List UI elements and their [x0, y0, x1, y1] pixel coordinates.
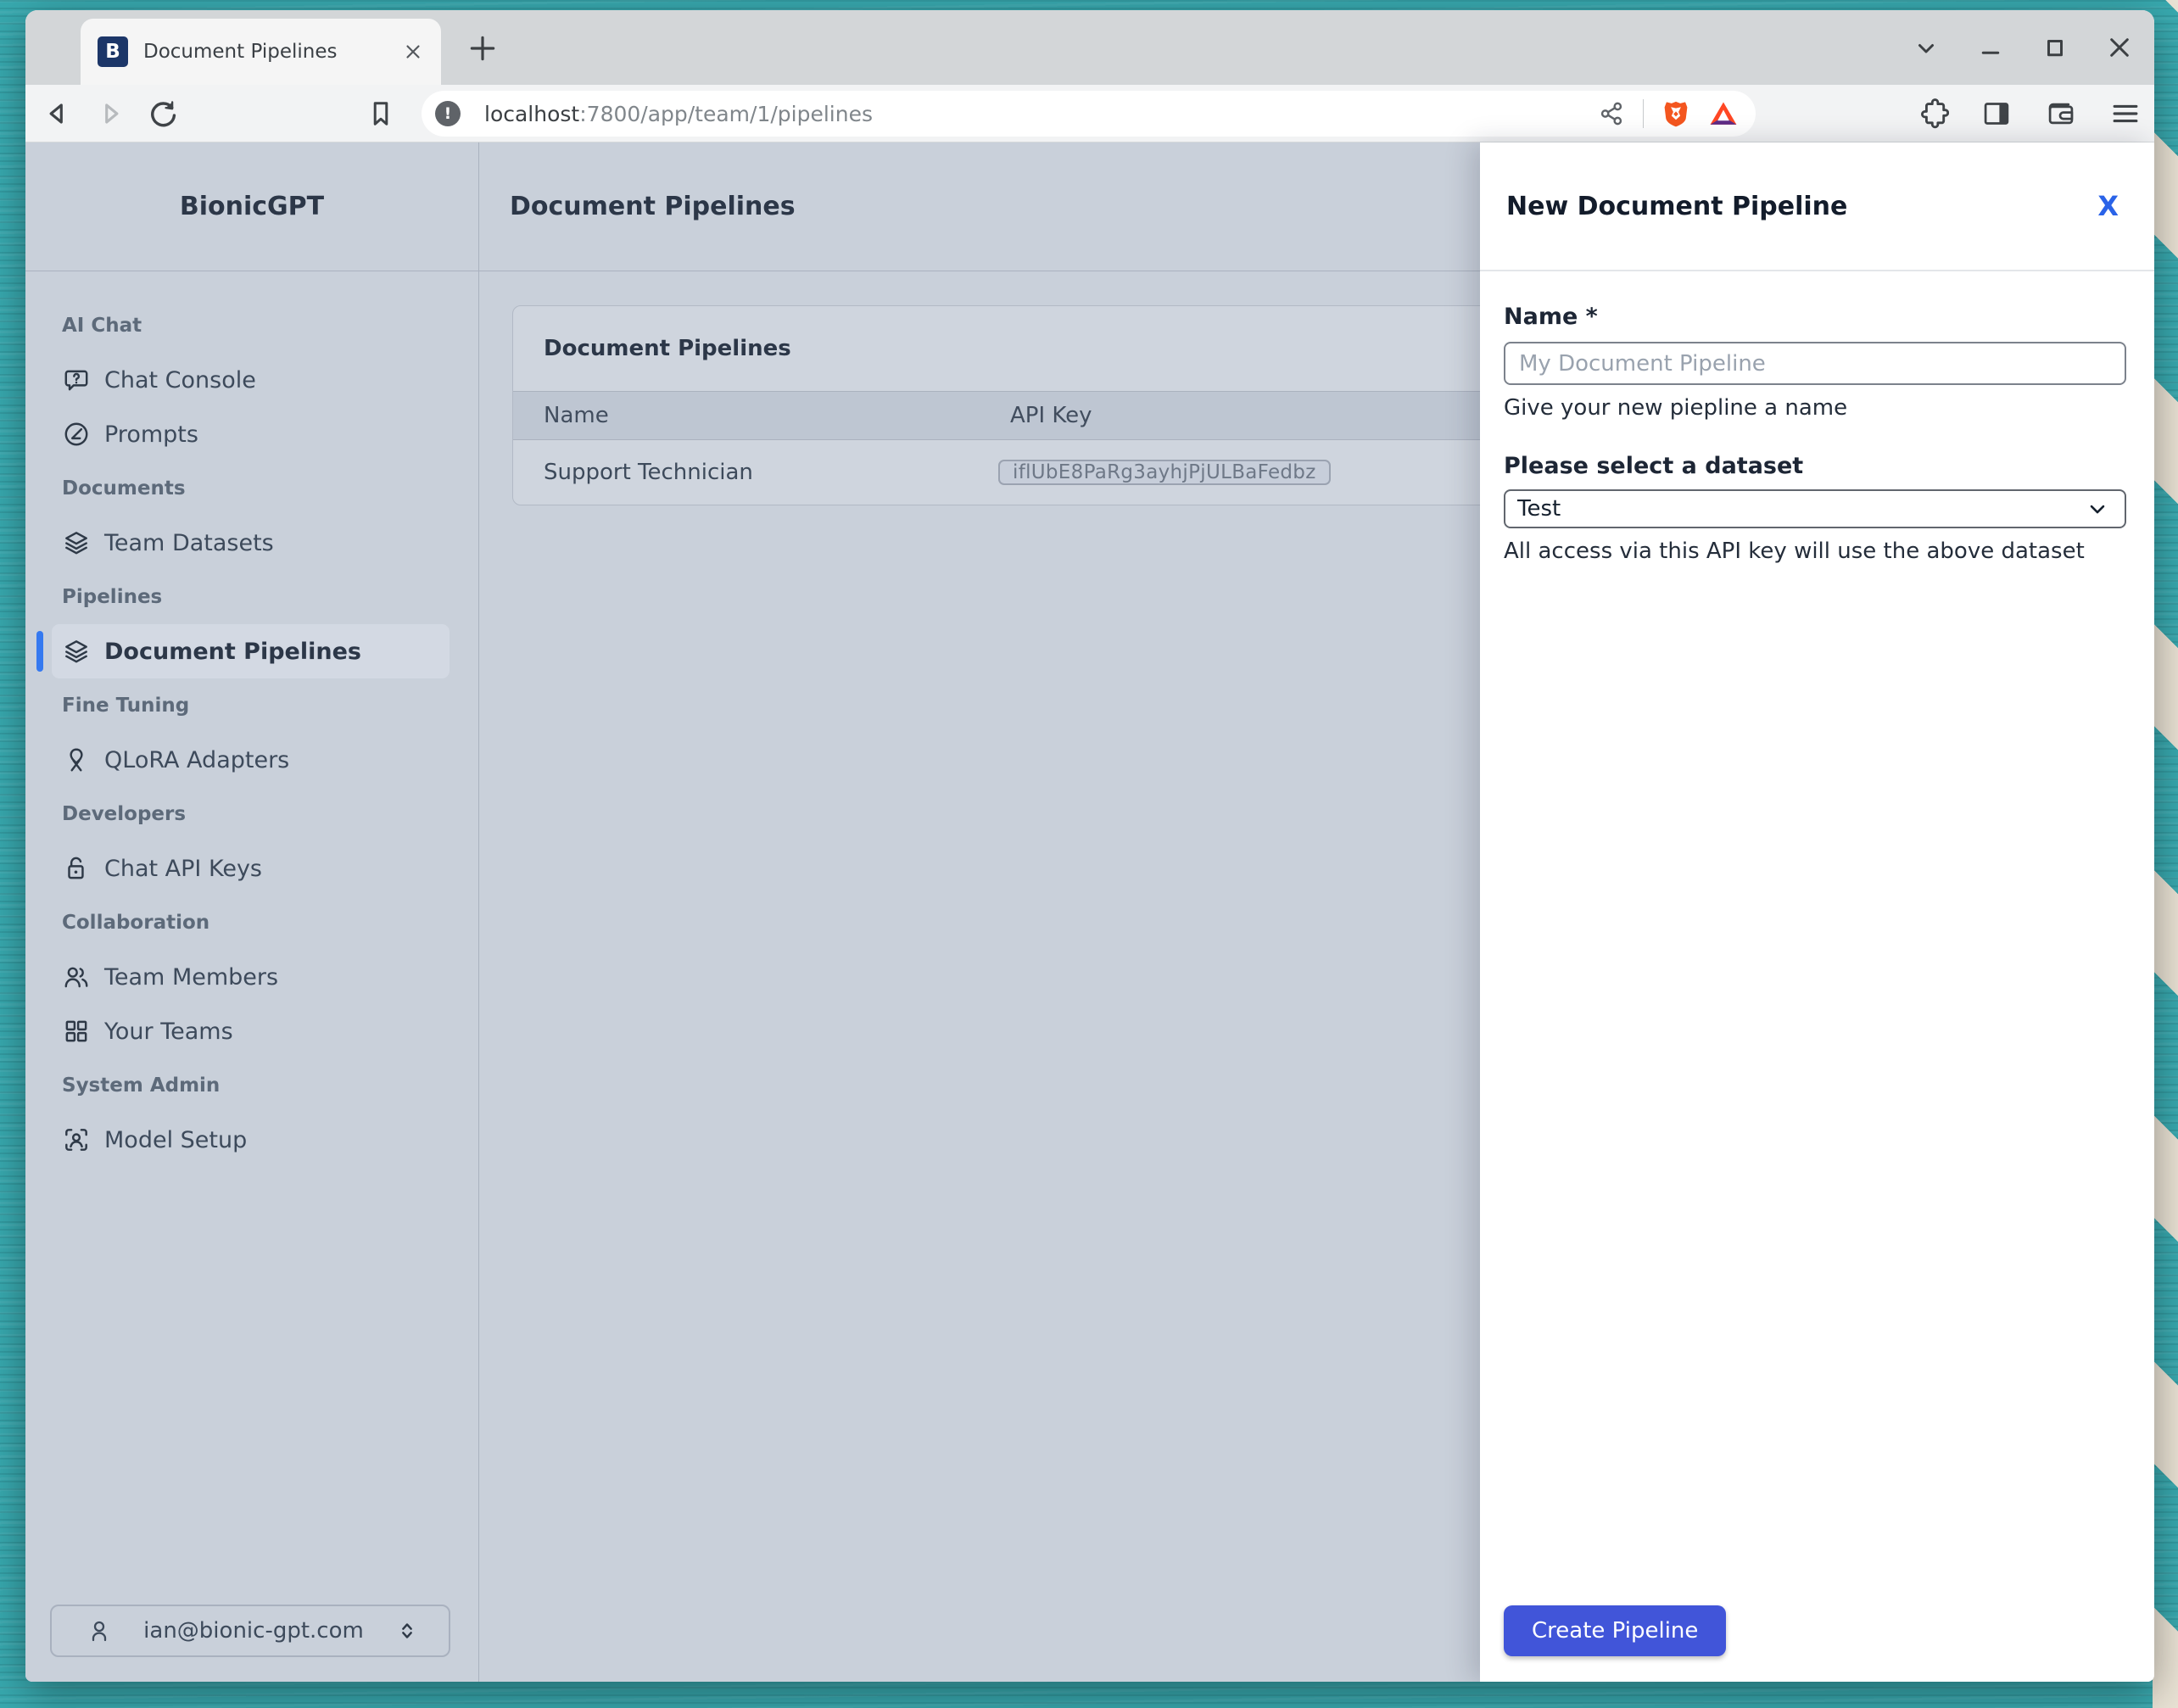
tab-close-icon[interactable]: [402, 41, 424, 63]
sidebar-item-document-pipelines[interactable]: Document Pipelines: [52, 624, 450, 678]
drawer-footer: Create Pipeline: [1480, 1605, 2154, 1682]
nav-section-developers: Developers: [25, 787, 478, 841]
reload-icon[interactable]: [146, 97, 180, 131]
sidebar-item-label: Chat API Keys: [104, 856, 262, 882]
site-info-icon[interactable]: !: [435, 101, 461, 126]
url-path: :7800/app/team/1/pipelines: [579, 102, 873, 126]
sidebar-item-prompts[interactable]: Prompts: [52, 407, 450, 461]
new-tab-icon[interactable]: [466, 32, 499, 64]
page-title: Document Pipelines: [510, 192, 796, 221]
name-label: Name *: [1504, 304, 2126, 330]
sidebar-item-label: Team Members: [104, 964, 278, 991]
sidebar-item-label: Team Datasets: [104, 530, 274, 556]
tab-title: Document Pipelines: [143, 41, 394, 63]
chat-bubble-question-icon: [62, 366, 91, 394]
grid-icon: [62, 1017, 91, 1046]
minimize-icon[interactable]: [1971, 28, 2010, 67]
sidebar-header: BionicGPT: [25, 142, 478, 271]
window-controls: [1907, 10, 2139, 85]
chevron-up-down-icon: [394, 1618, 420, 1644]
sidebar-item-chat-console[interactable]: Chat Console: [52, 353, 450, 407]
name-help-text: Give your new piepline a name: [1504, 395, 2126, 421]
api-key-value[interactable]: iflUbE8PaRg3ayhjPjULBaFedbz: [998, 460, 1331, 485]
sidebar-toggle-icon[interactable]: [1978, 95, 2015, 132]
drawer-close-icon[interactable]: X: [2097, 190, 2119, 222]
lock-open-icon: [62, 854, 91, 883]
sidebar-item-label: Document Pipelines: [104, 639, 361, 665]
extensions-puzzle-icon[interactable]: [1913, 95, 1951, 132]
column-header-name: Name: [513, 403, 1010, 428]
pipeline-name-cell: Support Technician: [513, 460, 998, 485]
nav-section-documents: Documents: [25, 461, 478, 516]
browser-window: B Document Pipelines: [25, 10, 2154, 1682]
prompt-pen-circle-icon: [62, 420, 91, 449]
sidebar-item-label: Model Setup: [104, 1127, 247, 1153]
url-text: localhost:7800/app/team/1/pipelines: [484, 102, 1597, 126]
sidebar-item-chat-api-keys[interactable]: Chat API Keys: [52, 841, 450, 896]
sidebar-item-qlora-adapters[interactable]: QLoRA Adapters: [52, 733, 450, 787]
ribbon-icon: [62, 745, 91, 774]
drawer-title: New Document Pipeline: [1506, 192, 1847, 221]
api-key-cell: iflUbE8PaRg3ayhjPjULBaFedbz: [998, 453, 1331, 492]
url-host: localhost: [484, 102, 579, 126]
column-header-api-key: API Key: [1010, 403, 1092, 428]
new-pipeline-drawer: New Document Pipeline X Name * Give your…: [1480, 142, 2154, 1682]
app-root: BionicGPT AI Chat Chat Console: [25, 142, 2154, 1682]
share-icon[interactable]: [1597, 99, 1626, 128]
brand-title: BionicGPT: [180, 192, 324, 221]
maximize-icon[interactable]: [2036, 28, 2075, 67]
user-menu[interactable]: ian@bionic-gpt.com: [50, 1605, 450, 1657]
sidebar-nav: AI Chat Chat Console Prompts: [25, 271, 478, 1167]
chevron-down-icon: [2086, 497, 2109, 521]
layers-icon: [62, 528, 91, 557]
forward-icon[interactable]: [93, 97, 127, 131]
nav-section-ai-chat: AI Chat: [25, 299, 478, 353]
nav-section-system-admin: System Admin: [25, 1058, 478, 1113]
tab-search-chevron-icon[interactable]: [1907, 28, 1946, 67]
browser-toolbar: ! localhost:7800/app/team/1/pipelines: [25, 85, 2154, 142]
sidebar-item-label: Your Teams: [104, 1019, 233, 1045]
nav-section-fine-tuning: Fine Tuning: [25, 678, 478, 733]
dataset-selected-value: Test: [1517, 496, 1561, 522]
divider: [1643, 99, 1644, 128]
pipeline-name-input[interactable]: [1504, 342, 2126, 385]
sidebar: BionicGPT AI Chat Chat Console: [25, 142, 479, 1682]
back-icon[interactable]: [41, 97, 75, 131]
drawer-form: Name * Give your new piepline a name Ple…: [1480, 271, 2154, 1605]
nav-section-collaboration: Collaboration: [25, 896, 478, 950]
brave-shields-icon[interactable]: [1661, 98, 1691, 129]
wallpaper-stripes: [2153, 0, 2178, 1708]
dataset-help-text: All access via this API key will use the…: [1504, 539, 2126, 564]
url-bar[interactable]: ! localhost:7800/app/team/1/pipelines: [422, 91, 1756, 137]
face-scan-icon: [62, 1125, 91, 1154]
sidebar-item-model-setup[interactable]: Model Setup: [52, 1113, 450, 1167]
sidebar-item-label: QLoRA Adapters: [104, 747, 289, 773]
desktop-wallpaper: B Document Pipelines: [0, 0, 2178, 1708]
drawer-header: New Document Pipeline X: [1480, 142, 2154, 271]
layers-icon: [62, 637, 91, 666]
wallet-icon[interactable]: [2042, 95, 2080, 132]
sidebar-item-label: Chat Console: [104, 367, 256, 394]
tab-strip: B Document Pipelines: [25, 10, 2154, 85]
sidebar-item-label: Prompts: [104, 421, 198, 448]
create-pipeline-button[interactable]: Create Pipeline: [1504, 1605, 1726, 1656]
sidebar-item-team-datasets[interactable]: Team Datasets: [52, 516, 450, 570]
dataset-select[interactable]: Test: [1504, 489, 2126, 528]
tab-favicon: B: [98, 36, 128, 67]
close-window-icon[interactable]: [2100, 28, 2139, 67]
dataset-label: Please select a dataset: [1504, 453, 2126, 479]
menu-hamburger-icon[interactable]: [2107, 95, 2144, 132]
sidebar-item-team-members[interactable]: Team Members: [52, 950, 450, 1004]
bookmark-icon[interactable]: [365, 98, 397, 130]
nav-section-pipelines: Pipelines: [25, 570, 478, 624]
toolbar-extensions: [1913, 95, 2144, 132]
browser-tab[interactable]: B Document Pipelines: [81, 19, 441, 85]
sidebar-item-your-teams[interactable]: Your Teams: [52, 1004, 450, 1058]
user-email: ian@bionic-gpt.com: [113, 1618, 394, 1644]
user-icon: [86, 1617, 113, 1644]
users-icon: [62, 963, 91, 991]
brave-rewards-bat-icon[interactable]: [1708, 98, 1739, 129]
